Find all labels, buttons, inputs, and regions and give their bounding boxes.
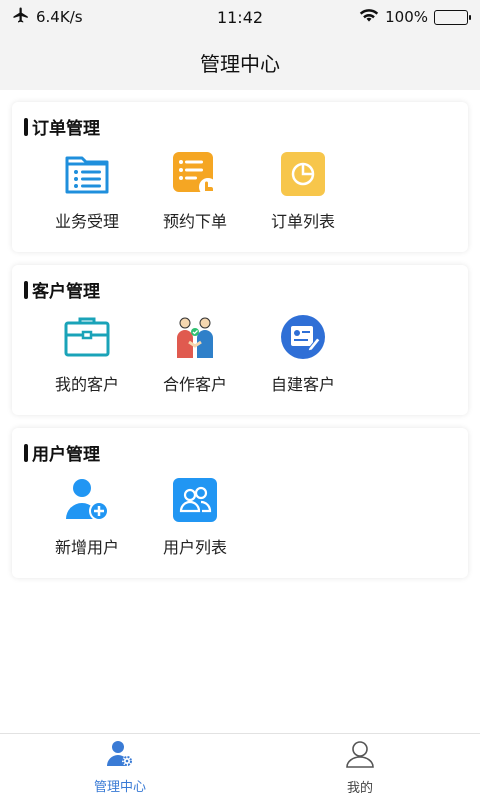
tab-mine[interactable]: 我的 bbox=[240, 734, 480, 800]
user-management-card: 用户管理 新增用户 用户列表 bbox=[12, 428, 468, 578]
management-center-icon bbox=[106, 740, 134, 772]
pie-chart-icon bbox=[279, 150, 327, 198]
tab-bar: 管理中心 我的 bbox=[0, 733, 480, 800]
section-marker bbox=[24, 443, 28, 462]
add-user-icon bbox=[63, 476, 111, 524]
customer-management-card: 客户管理 我的客户 合作客户 自建客户 bbox=[12, 265, 468, 415]
item-label: 自建客户 bbox=[270, 375, 335, 394]
section-title: 用户管理 bbox=[32, 445, 100, 465]
tab-label: 我的 bbox=[346, 780, 373, 796]
section-marker bbox=[24, 280, 28, 299]
section-title: 订单管理 bbox=[32, 119, 100, 139]
clock: 11:42 bbox=[216, 7, 264, 27]
folder-list-icon bbox=[63, 150, 111, 198]
tab-label: 管理中心 bbox=[93, 779, 146, 795]
page-title: 管理中心 bbox=[200, 51, 280, 76]
status-bar: 6.4K/s 11:42 100% bbox=[0, 0, 480, 34]
briefcase-icon bbox=[63, 313, 111, 361]
item-label: 我的客户 bbox=[54, 375, 119, 394]
appointment-order-button[interactable]: 预约下单 bbox=[140, 150, 250, 232]
user-list-button[interactable]: 用户列表 bbox=[140, 476, 250, 558]
content: 订单管理 业务受理 预约下单 订单列表 客户管理 我的客户 合作客户 自建客户 … bbox=[0, 90, 480, 733]
add-user-button[interactable]: 新增用户 bbox=[32, 476, 142, 558]
section-title: 客户管理 bbox=[32, 282, 100, 302]
partner-customers-button[interactable]: 合作客户 bbox=[140, 313, 250, 395]
battery-icon bbox=[434, 9, 471, 25]
handshake-icon bbox=[171, 313, 219, 361]
users-icon bbox=[171, 476, 219, 524]
item-label: 用户列表 bbox=[162, 538, 227, 557]
nav-bar: 管理中心 bbox=[0, 34, 480, 90]
my-customers-button[interactable]: 我的客户 bbox=[32, 313, 142, 395]
item-label: 订单列表 bbox=[270, 212, 335, 231]
profile-icon bbox=[345, 739, 375, 773]
order-management-card: 订单管理 业务受理 预约下单 订单列表 bbox=[12, 102, 468, 252]
order-list-button[interactable]: 订单列表 bbox=[248, 150, 358, 232]
self-built-customers-button[interactable]: 自建客户 bbox=[248, 313, 358, 395]
item-label: 合作客户 bbox=[162, 375, 227, 394]
appointment-icon bbox=[171, 150, 219, 198]
item-label: 新增用户 bbox=[54, 538, 119, 557]
business-acceptance-button[interactable]: 业务受理 bbox=[32, 150, 142, 232]
item-label: 预约下单 bbox=[162, 212, 227, 231]
section-marker bbox=[24, 117, 28, 136]
item-label: 业务受理 bbox=[54, 212, 119, 231]
tab-management-center[interactable]: 管理中心 bbox=[0, 734, 240, 800]
certificate-icon bbox=[279, 313, 327, 361]
